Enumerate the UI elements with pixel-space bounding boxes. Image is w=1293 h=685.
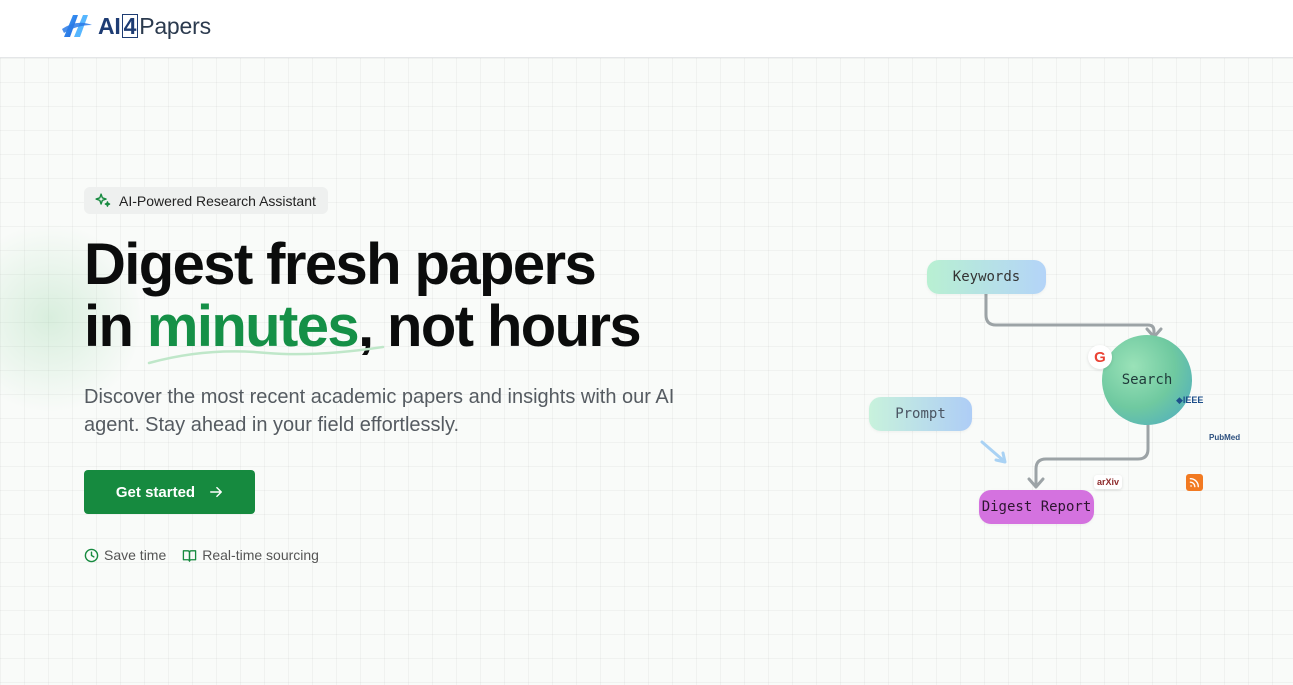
brand-logo[interactable]: AI 4 Papers xyxy=(60,10,211,42)
hero-description: Discover the most recent academic papers… xyxy=(84,386,675,436)
top-navigation-bar: AI 4 Papers xyxy=(0,0,1293,58)
brand-wordmark: AI 4 Papers xyxy=(98,13,211,40)
rss-feed-icon xyxy=(1186,474,1203,491)
badge-label: AI-Powered Research Assistant xyxy=(119,192,316,209)
brand-name-prefix: AI xyxy=(98,12,121,39)
feature-save-time: Save time xyxy=(84,547,166,563)
brand-name-suffix: Papers xyxy=(139,12,211,39)
arrow-right-icon xyxy=(210,486,223,498)
feature-label: Save time xyxy=(104,547,167,563)
feature-badge: AI-Powered Research Assistant xyxy=(84,187,328,214)
sparkles-icon xyxy=(95,193,111,207)
search-node: Search xyxy=(1102,335,1192,425)
headline-line-2-prefix: in xyxy=(84,294,147,359)
pubmed-logo: PubMed xyxy=(1209,433,1241,442)
hero-section: AI-Powered Research Assistant Digest fre… xyxy=(0,58,1293,685)
get-started-label: Get started xyxy=(115,483,196,501)
clock-icon xyxy=(84,548,99,562)
feature-real-time-sourcing: Real-time sourcing xyxy=(182,547,319,563)
workflow-diagram: Keywords Prompt Search Digest Report G ◆… xyxy=(860,253,1260,543)
keywords-node: Keywords xyxy=(927,260,1046,294)
get-started-button[interactable]: Get started xyxy=(84,470,255,514)
headline-line-1: Digest fresh papers xyxy=(84,232,597,297)
ieee-logo: ◆IEEE xyxy=(1176,395,1204,405)
rss-glyph xyxy=(1189,478,1199,488)
prompt-node: Prompt xyxy=(869,397,972,431)
brand-logo-icon xyxy=(62,15,92,37)
arxiv-logo: arXiv xyxy=(1094,475,1123,489)
book-open-icon xyxy=(183,549,197,562)
brand-name-number: 4 xyxy=(121,12,139,39)
feature-label: Real-time sourcing xyxy=(202,547,319,563)
highlight-underline xyxy=(147,345,385,365)
page-headline: Digest fresh papers in minutes, not hour… xyxy=(84,232,642,359)
digest-report-node: Digest Report xyxy=(979,490,1094,524)
google-letter: G xyxy=(1094,348,1106,366)
feature-list: Save time Real-time sourcing xyxy=(84,547,319,563)
google-logo-icon: G xyxy=(1088,345,1112,369)
headline-line-2-suffix: , not hours xyxy=(358,294,642,359)
